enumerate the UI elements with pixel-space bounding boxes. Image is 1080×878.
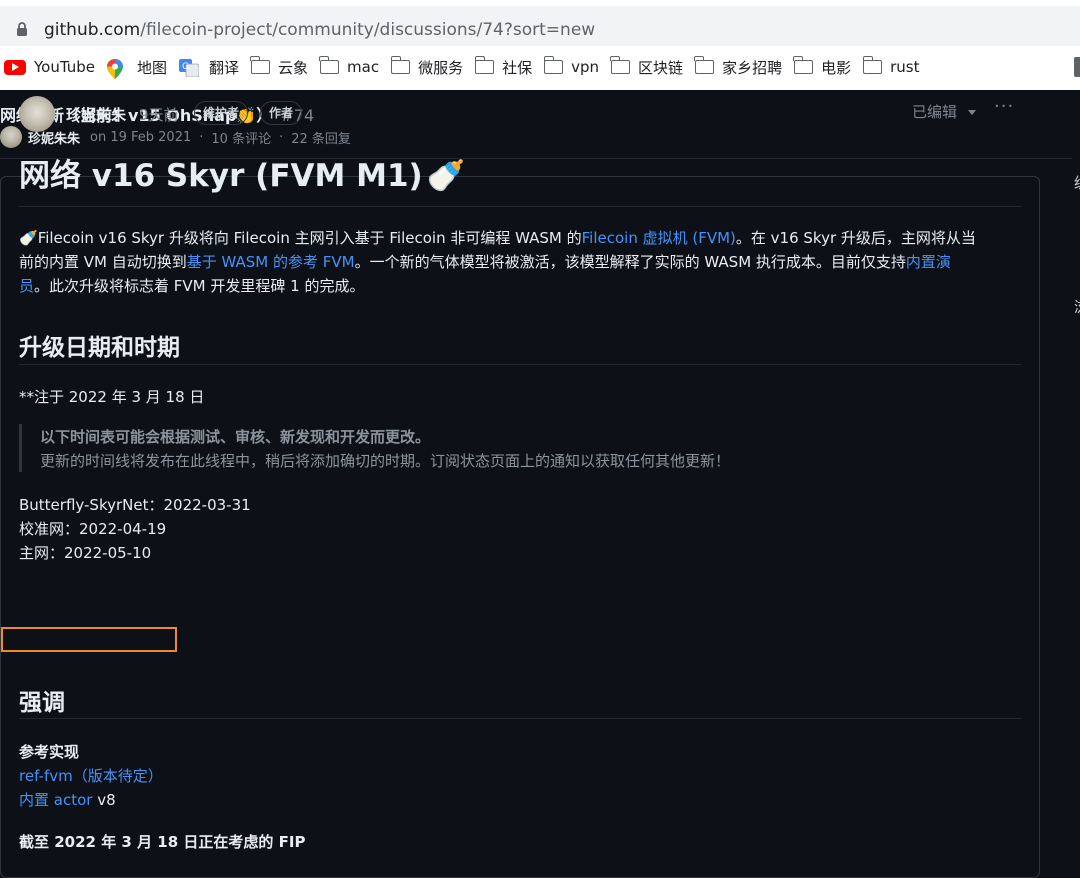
bookmark-label: vpn: [571, 58, 600, 76]
folder-icon: [250, 56, 271, 74]
folder-icon: [543, 56, 564, 74]
comment-count: 10 条评论: [211, 131, 272, 147]
intro-text: 。在 v16 Skyr 升级后，主网将从当: [735, 229, 976, 247]
bookmark-item[interactable]: 微服务: [390, 56, 464, 78]
schedule-butterfly: Butterfly-SkyrNet：2022-03-31: [19, 496, 251, 514]
reference-fvm-link[interactable]: 基于 WASM 的参考 FVM: [187, 253, 355, 271]
url-domain: github.com: [44, 20, 141, 40]
schedule-mainnet: 主网：2022-05-10: [19, 544, 152, 562]
folder-icon: [862, 56, 883, 74]
bookmark-label: 电影: [821, 58, 852, 77]
author-badge: 作者: [260, 101, 303, 125]
sidebar-fragment: 浏: [1074, 296, 1080, 317]
browser-chrome: github.com/filecoin-project/community/di…: [0, 0, 1080, 90]
bookmark-item[interactable]: 社保: [474, 56, 533, 78]
bookmark-item[interactable]: 云象: [250, 56, 309, 78]
avatar[interactable]: [19, 96, 55, 132]
edited-dropdown[interactable]: 已编辑: [912, 101, 957, 122]
post-heading: 网络 v16 Skyr (FVM M1) 🍼: [19, 150, 465, 195]
bookmark-item[interactable]: vpn: [543, 56, 600, 76]
maps-icon: [107, 59, 129, 79]
translate-icon: G: [179, 59, 201, 78]
bookmark-label: rust: [890, 58, 920, 76]
intro-text: 。此次升级将标志着 FVM 开发里程碑 1 的完成。: [34, 277, 365, 295]
bookmark-label: 云象: [278, 58, 309, 77]
maintainer-badge: 维护者: [194, 101, 249, 125]
post-author[interactable]: 珍妮朱朱: [66, 104, 126, 125]
address-bar[interactable]: github.com/filecoin-project/community/di…: [0, 6, 1080, 46]
discussion-date: on 19 Feb 2021: [90, 129, 192, 145]
schedule-calibration: 校准网：2022-04-19: [19, 520, 167, 538]
bookmark-label: mac: [347, 58, 380, 76]
bookmark-label: YouTube: [34, 58, 95, 76]
bookmark-item[interactable]: 家乡招聘: [694, 56, 783, 78]
bookmark-item[interactable]: G 翻译: [179, 57, 239, 78]
update-note: **注于 2022 年 3 月 18 日: [19, 388, 205, 406]
builtin-actors-link[interactable]: 内置演: [906, 253, 951, 271]
bookmark-item[interactable]: rust: [862, 56, 920, 76]
bookmarks-bar: YouTube 地图 G 翻译 云象 mac 微服务 社保 vpn 区块链 家乡招聘 电影 rust: [0, 52, 1080, 82]
bookmark-item[interactable]: 区块链: [610, 56, 684, 78]
intro-paragraph: 🍼Filecoin v16 Skyr 升级将向 Filecoin 主网引入基于 …: [19, 226, 1019, 298]
avatar[interactable]: [0, 126, 22, 148]
section-heading-dates: 升级日期和时期: [19, 335, 180, 361]
folder-icon: [694, 56, 715, 74]
folder-icon: [793, 56, 814, 74]
annotation-highlight-box: [1, 627, 177, 652]
url-path: /filecoin-project/community/discussions/…: [140, 20, 596, 40]
divider: [19, 364, 1021, 365]
ref-impl-title: 参考实现: [19, 743, 80, 761]
folder-icon: [390, 56, 411, 74]
bookmark-label: 翻译: [209, 58, 240, 77]
reply-count: 22 条回复: [291, 131, 351, 147]
bookmark-item[interactable]: mac: [319, 56, 380, 76]
folder-icon: [610, 56, 631, 74]
blockquote: 以下时间表可能会根据测试、审核、新发现和开发而更改。 更新的时间线将发布在此线程…: [19, 424, 1022, 472]
discussion-meta: 珍妮朱朱 on 19 Feb 2021 · 10 条评论 · 22 条回复: [0, 126, 351, 148]
intro-text: 前的内置 VM 自动切换到: [19, 253, 187, 271]
post-time[interactable]: 9天前: [139, 104, 179, 125]
bookmark-label: 微服务: [418, 58, 464, 77]
svg-text:G: G: [182, 62, 189, 72]
builtin-actors-link-cont[interactable]: 员: [19, 277, 34, 295]
folder-icon: [474, 56, 495, 74]
folder-icon: [319, 56, 340, 74]
lock-icon: [17, 22, 27, 36]
url-text[interactable]: github.com/filecoin-project/community/di…: [44, 20, 595, 40]
ref-fvm-link[interactable]: ref-fvm（版本待定）: [19, 767, 163, 785]
builtin-actor-link[interactable]: 内置 actor: [19, 791, 92, 809]
baby-bottle-icon: 🍼: [19, 229, 38, 247]
divider: [19, 718, 1021, 719]
bookmark-item[interactable]: YouTube: [4, 58, 95, 76]
divider: [19, 206, 1021, 207]
meta-separator: ·: [199, 129, 204, 145]
chevron-down-icon[interactable]: [968, 110, 976, 115]
baby-bottle-icon: 🍼: [426, 158, 466, 194]
intro-text: Filecoin v16 Skyr 升级将向 Filecoin 主网引入基于 F…: [37, 229, 582, 247]
ref-fvm-item: ref-fvm（版本待定）: [19, 765, 163, 786]
builtin-actor-item: 内置 actor v8: [19, 789, 116, 810]
bookmark-item[interactable]: 电影: [793, 56, 852, 78]
youtube-icon: [4, 59, 26, 75]
quote-line: 更新的时间线将发布在此线程中，稍后将添加确切的时期。订阅状态页面上的通知以获取任…: [40, 452, 731, 470]
fvm-link[interactable]: Filecoin 虚拟机 (FVM): [582, 229, 736, 247]
meta-separator: ·: [279, 129, 284, 145]
bookmark-label: 社保: [502, 58, 533, 77]
quote-line: 以下时间表可能会根据测试、审核、新发现和开发而更改。: [40, 428, 431, 446]
section-heading-highlights: 强调: [19, 690, 65, 716]
bookmark-label: 家乡招聘: [722, 58, 783, 77]
builtin-actor-version: v8: [92, 791, 116, 809]
post-heading-text: 网络 v16 Skyr (FVM M1): [19, 158, 423, 194]
intro-text: 。一个新的气体模型将被激活，该模型解释了实际的 WASM 执行成本。目前仅支持: [354, 253, 906, 271]
bookmark-label: 地图: [137, 58, 168, 77]
bookmarks-overflow-icon[interactable]: [1074, 57, 1080, 77]
bookmark-item[interactable]: 地图: [107, 57, 168, 79]
bookmark-label: 区块链: [638, 58, 684, 77]
fip-heading: 截至 2022 年 3 月 18 日正在考虑的 FIP: [19, 833, 306, 851]
sidebar-fragment: 级: [1074, 172, 1080, 193]
more-options-icon[interactable]: ···: [994, 96, 1014, 117]
